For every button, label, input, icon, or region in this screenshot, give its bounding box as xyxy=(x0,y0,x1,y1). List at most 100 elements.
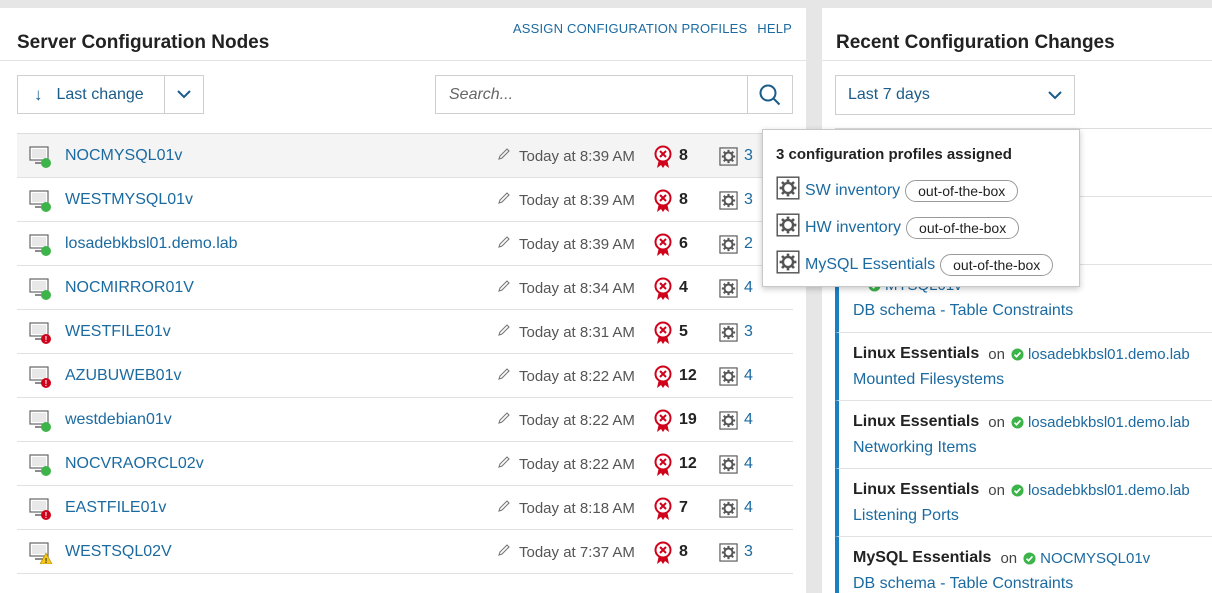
profile-name-link[interactable]: MySQL Essentials xyxy=(805,256,935,274)
gear-icon xyxy=(719,499,738,523)
chevron-down-icon xyxy=(177,90,191,99)
node-name-link[interactable]: NOCMYSQL01v xyxy=(65,147,182,165)
pencil-icon xyxy=(497,499,511,518)
profile-count-link[interactable]: 3 xyxy=(744,147,753,165)
search-icon xyxy=(759,84,781,105)
node-row[interactable]: NOCMIRROR01V Today at 8:34 AM 4 4 xyxy=(17,266,793,310)
pencil-icon xyxy=(497,147,511,166)
popup-profile-row: HW inventory out-of-the-box xyxy=(776,209,1067,246)
change-node-link[interactable]: losadebkbsl01.demo.lab xyxy=(1028,482,1190,499)
search-button[interactable] xyxy=(747,76,792,113)
pencil-icon xyxy=(497,543,511,562)
node-row[interactable]: losadebkbsl01.demo.lab Today at 8:39 AM 6 2 xyxy=(17,222,793,266)
last-change-time: Today at 8:34 AM xyxy=(519,280,635,297)
node-row[interactable]: ! EASTFILE01v Today at 8:18 AM 7 4 xyxy=(17,486,793,530)
change-header: Linux Essentials on losadebkbsl01.demo.lab xyxy=(853,481,1212,499)
sort-dropdown-toggle[interactable] xyxy=(164,75,204,114)
node-name-link[interactable]: NOCMIRROR01V xyxy=(65,279,194,297)
node-list: NOCMYSQL01v Today at 8:39 AM 8 3 WESTMYSQL01… xyxy=(17,133,793,574)
server-status-icon: ! xyxy=(29,498,53,520)
profile-count-link[interactable]: 4 xyxy=(744,499,753,517)
profile-count-link[interactable]: 3 xyxy=(744,323,753,341)
node-row[interactable]: NOCMYSQL01v Today at 8:39 AM 8 3 xyxy=(17,134,793,178)
profile-count-link[interactable]: 2 xyxy=(744,235,753,253)
node-row[interactable]: ! WESTFILE01v Today at 8:31 AM 5 3 xyxy=(17,310,793,354)
issue-ribbon-icon xyxy=(653,453,673,482)
node-name-link[interactable]: WESTSQL02V xyxy=(65,543,172,561)
profile-count-link[interactable]: 3 xyxy=(744,191,753,209)
check-circle-icon xyxy=(1023,551,1036,565)
check-circle-icon xyxy=(1011,347,1024,361)
change-item-link[interactable]: Mounted Filesystems xyxy=(853,371,1212,389)
change-node-link[interactable]: losadebkbsl01.demo.lab xyxy=(1028,346,1190,363)
popup-profile-row: MySQL Essentials out-of-the-box xyxy=(776,246,1067,283)
profile-count-link[interactable]: 4 xyxy=(744,367,753,385)
gear-icon xyxy=(719,411,738,435)
svg-text:!: ! xyxy=(45,379,48,388)
profile-tag: out-of-the-box xyxy=(905,179,1019,202)
change-item: Linux Essentials on losadebkbsl01.demo.lab… xyxy=(835,469,1212,537)
profile-name-link[interactable]: SW inventory xyxy=(805,182,900,200)
change-profile: Linux Essentials xyxy=(853,413,980,430)
assign-profiles-link[interactable]: ASSIGN CONFIGURATION PROFILES xyxy=(513,21,748,36)
change-node-link[interactable]: losadebkbsl01.demo.lab xyxy=(1028,414,1190,431)
node-name-link[interactable]: NOCVRAORCL02v xyxy=(65,455,204,473)
gear-icon xyxy=(719,543,738,567)
issue-count: 8 xyxy=(679,543,688,560)
change-item-link[interactable]: Listening Ports xyxy=(853,507,1212,525)
issue-count: 6 xyxy=(679,235,688,252)
node-row[interactable]: westdebian01v Today at 8:22 AM 19 4 xyxy=(17,398,793,442)
node-row[interactable]: WESTMYSQL01v Today at 8:39 AM 8 3 xyxy=(17,178,793,222)
header-links: ASSIGN CONFIGURATION PROFILES HELP xyxy=(507,21,792,36)
pencil-icon xyxy=(497,191,511,210)
arrow-down-icon: ↓ xyxy=(34,84,43,104)
last-change-time: Today at 8:39 AM xyxy=(519,236,635,253)
profile-count-link[interactable]: 4 xyxy=(744,411,753,429)
issue-ribbon-icon xyxy=(653,277,673,306)
node-row[interactable]: ! AZUBUWEB01v Today at 8:22 AM 12 4 xyxy=(17,354,793,398)
profile-count-link[interactable]: 4 xyxy=(744,455,753,473)
node-name-link[interactable]: EASTFILE01v xyxy=(65,499,166,517)
search-input[interactable] xyxy=(436,76,749,113)
issue-count: 19 xyxy=(679,411,697,428)
check-circle-icon xyxy=(1011,415,1024,429)
change-node-link[interactable]: NOCMYSQL01v xyxy=(1040,550,1150,567)
issue-ribbon-icon xyxy=(653,189,673,218)
change-profile: Linux Essentials xyxy=(853,345,980,362)
node-name-link[interactable]: AZUBUWEB01v xyxy=(65,367,181,385)
change-on-label: on xyxy=(988,481,1005,499)
sort-label: Last change xyxy=(56,85,144,103)
node-row[interactable]: ! WESTSQL02V Today at 7:37 AM 8 3 xyxy=(17,530,793,574)
node-name-link[interactable]: westdebian01v xyxy=(65,411,172,429)
gear-icon xyxy=(719,455,738,479)
server-configuration-nodes-panel: Server Configuration Nodes ASSIGN CONFIG… xyxy=(0,8,806,593)
node-row[interactable]: NOCVRAORCL02v Today at 8:22 AM 12 4 xyxy=(17,442,793,486)
server-status-icon xyxy=(29,410,53,432)
change-header: Linux Essentials on losadebkbsl01.demo.lab xyxy=(853,413,1212,431)
last-change-time: Today at 8:22 AM xyxy=(519,412,635,429)
profile-count-link[interactable]: 3 xyxy=(744,543,753,561)
gear-icon xyxy=(719,323,738,347)
help-link[interactable]: HELP xyxy=(757,21,792,36)
change-profile: Linux Essentials xyxy=(853,481,980,498)
issue-count: 8 xyxy=(679,191,688,208)
change-item-link[interactable]: DB schema - Table Constraints xyxy=(853,575,1212,593)
server-status-icon xyxy=(29,190,53,212)
gear-icon xyxy=(776,250,800,279)
time-range-dropdown[interactable]: Last 7 days xyxy=(835,75,1075,115)
gear-icon xyxy=(719,191,738,215)
last-change-time: Today at 8:31 AM xyxy=(519,324,635,341)
profile-name-link[interactable]: HW inventory xyxy=(805,219,901,237)
change-item-link[interactable]: Networking Items xyxy=(853,439,1212,457)
node-name-link[interactable]: losadebkbsl01.demo.lab xyxy=(65,235,238,253)
sort-button[interactable]: ↓ Last change xyxy=(17,75,165,114)
change-item-link[interactable]: DB schema - Table Constraints xyxy=(853,302,1212,320)
node-name-link[interactable]: WESTMYSQL01v xyxy=(65,191,193,209)
node-name-link[interactable]: WESTFILE01v xyxy=(65,323,171,341)
time-range-label: Last 7 days xyxy=(848,86,930,103)
change-on-label: on xyxy=(988,413,1005,431)
issue-ribbon-icon xyxy=(653,409,673,438)
profile-count-link[interactable]: 4 xyxy=(744,279,753,297)
issue-ribbon-icon xyxy=(653,497,673,526)
gear-icon xyxy=(719,279,738,303)
